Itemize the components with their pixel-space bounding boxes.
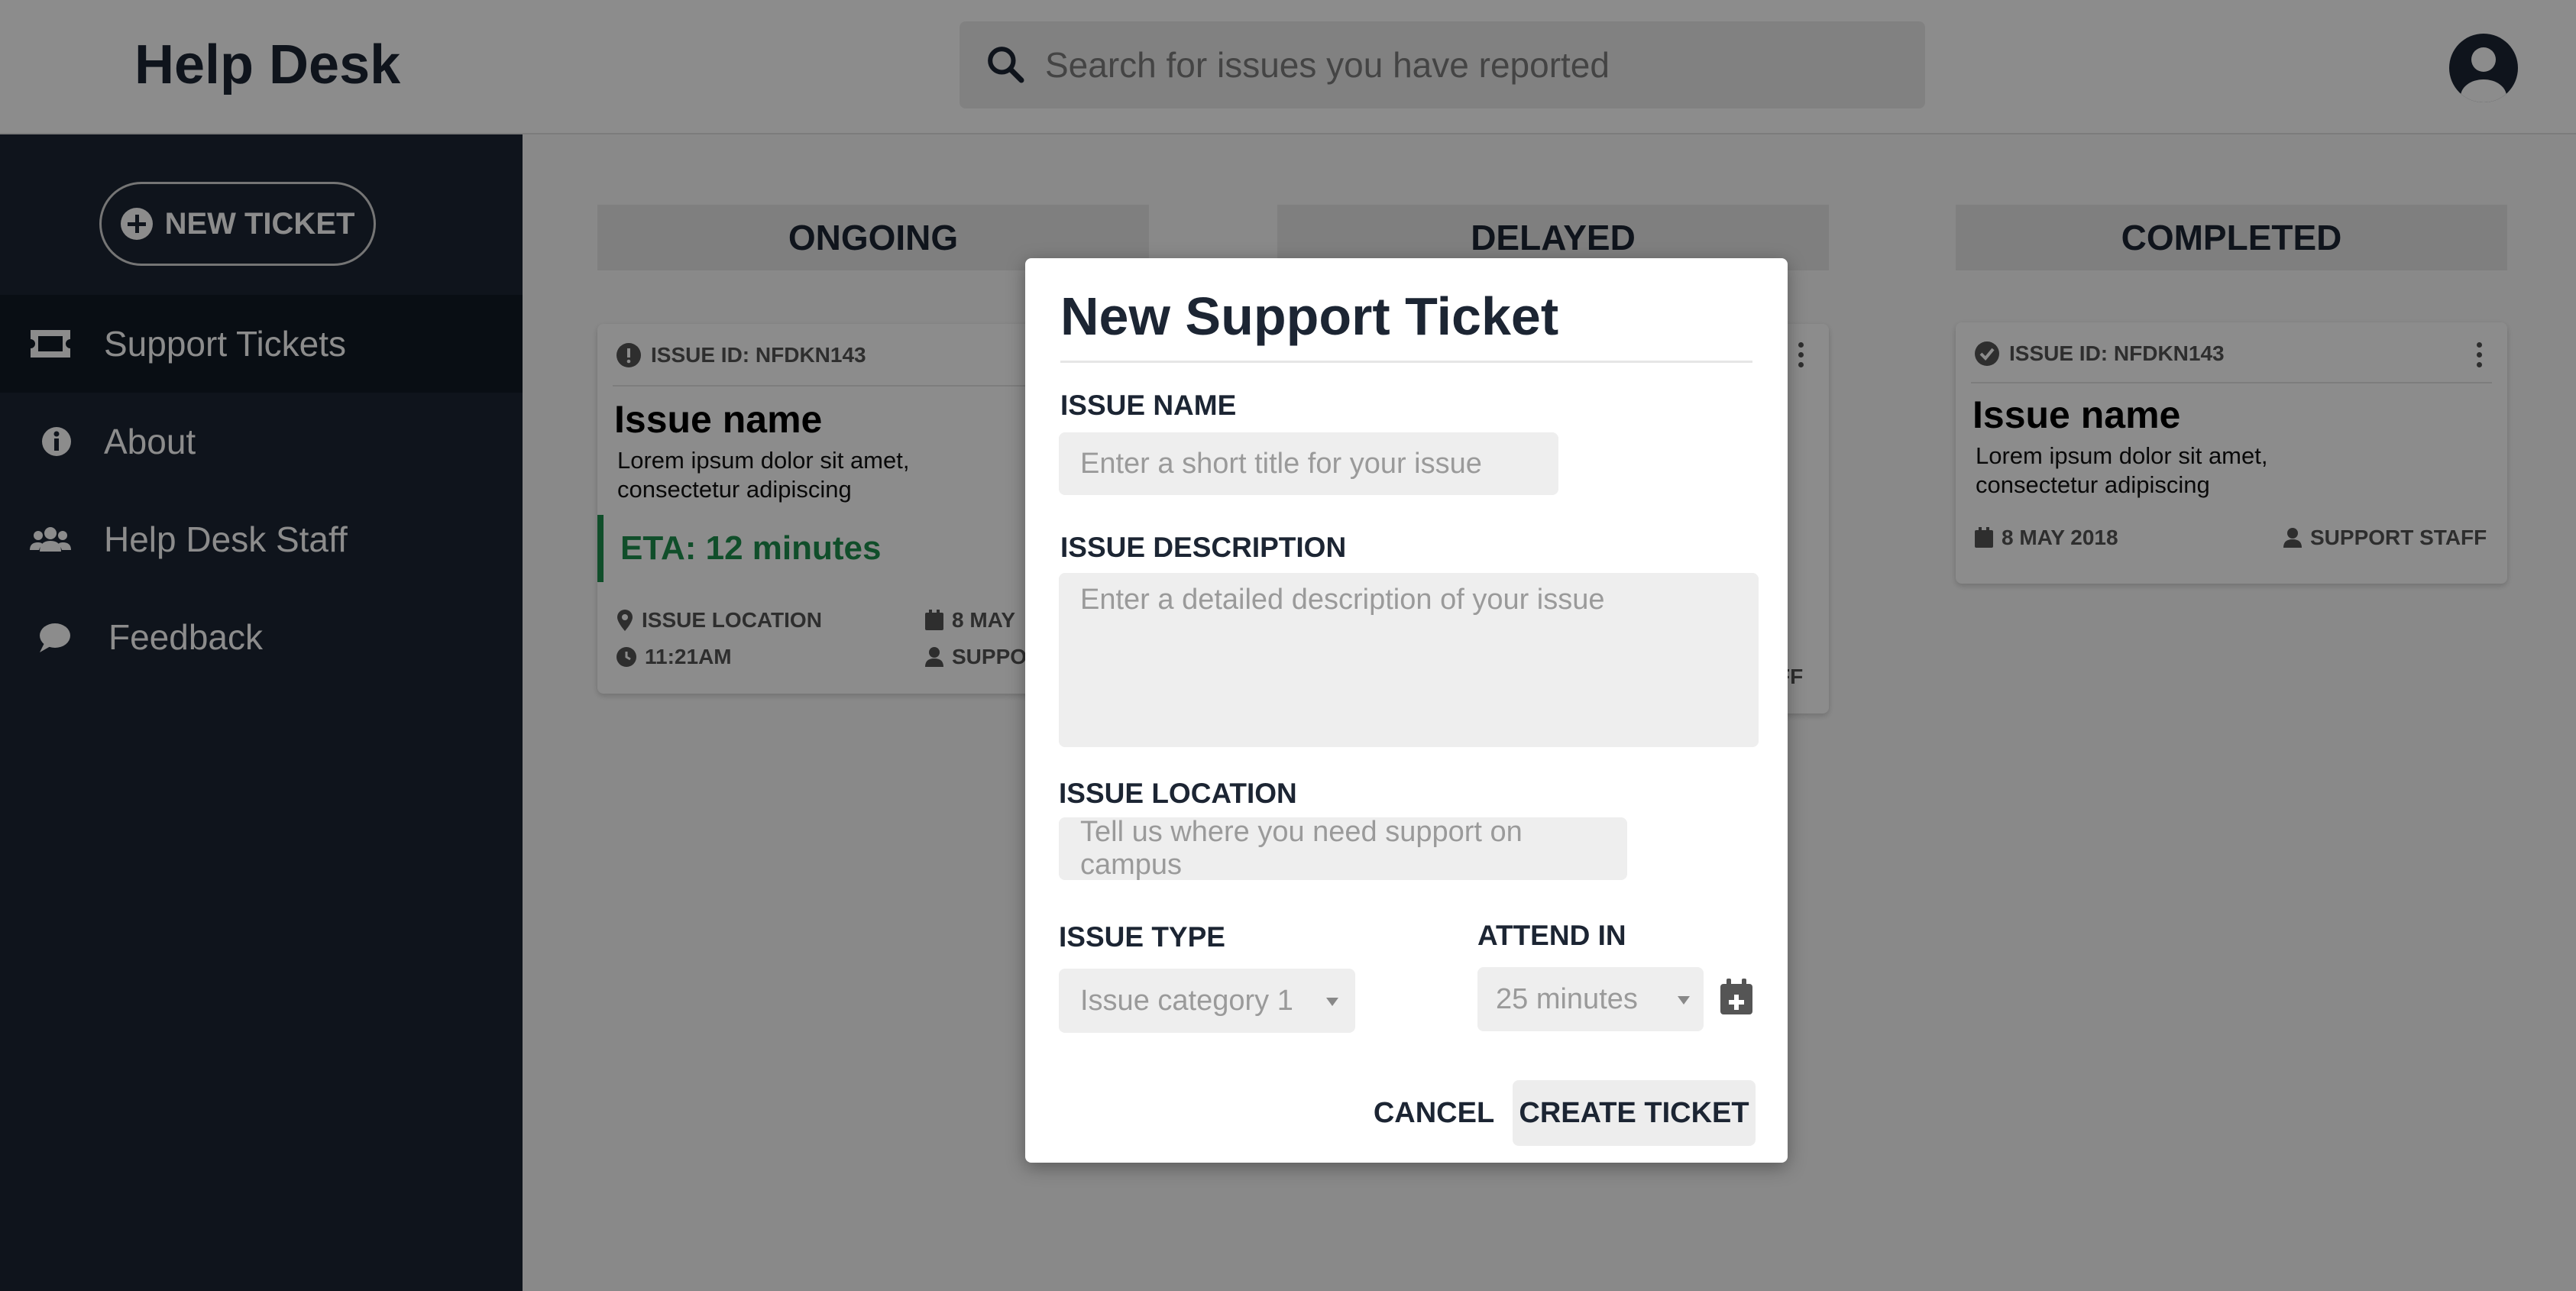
attend-in-select[interactable]: 25 minutes <box>1477 967 1704 1031</box>
issue-location-label: ISSUE LOCATION <box>1059 778 1297 809</box>
issue-type-label: ISSUE TYPE <box>1059 921 1225 953</box>
dialog-title: New Support Ticket <box>1060 286 1559 346</box>
issue-name-label: ISSUE NAME <box>1060 390 1237 421</box>
attend-in-value: 25 minutes <box>1496 982 1638 1015</box>
chevron-down-icon <box>1326 998 1338 1006</box>
cancel-button[interactable]: CANCEL <box>1366 1080 1502 1146</box>
new-ticket-dialog: New Support Ticket ISSUE NAME Enter a sh… <box>1025 258 1788 1163</box>
issue-name-input[interactable]: Enter a short title for your issue <box>1059 432 1558 495</box>
issue-description-label: ISSUE DESCRIPTION <box>1060 532 1347 563</box>
chevron-down-icon <box>1678 996 1690 1005</box>
issue-type-select[interactable]: Issue category 1 <box>1059 969 1355 1033</box>
issue-location-input[interactable]: Tell us where you need support on campus <box>1059 816 1627 881</box>
dialog-divider <box>1060 361 1752 363</box>
calendar-plus-icon[interactable] <box>1719 978 1754 1016</box>
create-ticket-button[interactable]: CREATE TICKET <box>1513 1080 1756 1146</box>
issue-description-textarea[interactable]: Enter a detailed description of your iss… <box>1059 573 1759 747</box>
issue-type-value: Issue category 1 <box>1080 984 1293 1017</box>
attend-in-label: ATTEND IN <box>1477 920 1626 951</box>
